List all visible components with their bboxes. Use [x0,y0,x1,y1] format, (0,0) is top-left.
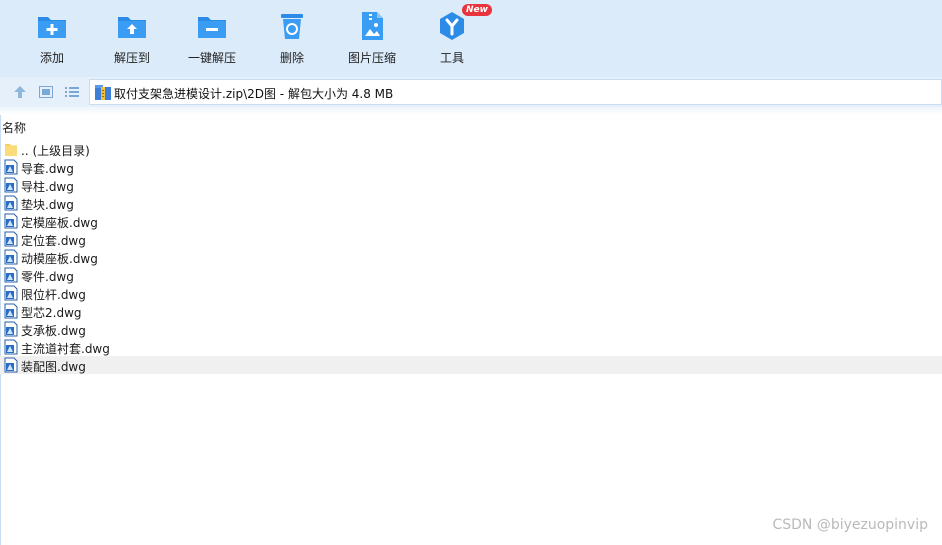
list-view-icon[interactable] [64,84,80,100]
dwg-file-icon [4,249,18,265]
dwg-file-icon [4,339,18,355]
file-name: 导套.dwg [21,162,74,176]
file-name: 支承板.dwg [21,324,86,338]
file-name: 定模座板.dwg [21,216,98,230]
dwg-file-icon [4,267,18,283]
extract-to-label: 解压到 [113,51,150,65]
dwg-file-icon [4,213,18,229]
column-name-label: 名称 [2,121,27,135]
toolbar: 添加 解压到 一键解压 删除 图片压缩 New 工具 [0,0,942,77]
archive-window: 添加 解压到 一键解压 删除 图片压缩 New 工具 取付支架急进模设计.zip… [0,0,942,545]
file-row[interactable]: 限位杆.dwg [0,284,942,302]
delete-label: 删除 [279,51,304,65]
dwg-file-icon [4,159,18,175]
file-name: 动模座板.dwg [21,252,98,266]
extract-to-icon [116,10,148,42]
file-row[interactable]: 导柱.dwg [0,176,942,194]
add-button[interactable]: 添加 [12,8,92,72]
file-name: 零件.dwg [21,270,74,284]
image-compress-button[interactable]: 图片压缩 [332,8,412,72]
one-click-extract-icon [196,10,228,42]
dwg-file-icon [4,321,18,337]
archive-path-text: 取付支架急进模设计.zip\2D图 - 解包大小为 4.8 MB [114,87,394,101]
dwg-file-icon [4,195,18,211]
file-row[interactable]: 定模座板.dwg [0,212,942,230]
file-row[interactable]: 零件.dwg [0,266,942,284]
tools-label: 工具 [439,51,464,65]
tools-icon: New [436,4,492,42]
add-label: 添加 [39,51,64,65]
file-row[interactable]: 支承板.dwg [0,320,942,338]
one-click-extract-label: 一键解压 [187,51,236,65]
path-field[interactable]: 取付支架急进模设计.zip\2D图 - 解包大小为 4.8 MB [89,79,942,105]
file-name: 垫块.dwg [21,198,74,212]
add-folder-icon [36,10,68,42]
address-bar-divider [0,107,942,115]
watermark: CSDN @biyezuopinvip [772,517,928,533]
file-name: 型芯2.dwg [21,306,82,320]
address-bar: 取付支架急进模设计.zip\2D图 - 解包大小为 4.8 MB [0,77,942,108]
dwg-file-icon [4,231,18,247]
delete-button[interactable]: 删除 [252,8,332,72]
dwg-file-icon [4,357,18,373]
parent-directory-row[interactable]: .. (上级目录) [0,140,942,158]
folder-icon [4,141,18,157]
dwg-file-icon [4,177,18,193]
file-row[interactable]: 定位套.dwg [0,230,942,248]
file-name: 限位杆.dwg [21,288,86,302]
tools-button[interactable]: New 工具 [412,4,492,72]
image-compress-icon [356,10,388,42]
new-badge: New [462,4,492,16]
up-arrow-icon[interactable] [12,84,28,100]
file-row[interactable]: 动模座板.dwg [0,248,942,266]
image-compress-label: 图片压缩 [347,51,396,65]
thumbnail-view-icon[interactable] [38,84,54,100]
file-name: .. (上级目录) [21,144,90,158]
recycle-delete-icon [276,10,308,42]
file-row[interactable]: 主流道衬套.dwg [0,338,942,356]
file-name: 定位套.dwg [21,234,86,248]
file-row[interactable]: 型芯2.dwg [0,302,942,320]
dwg-file-icon [4,303,18,319]
one-click-extract-button[interactable]: 一键解压 [172,8,252,72]
file-name: 导柱.dwg [21,180,74,194]
file-row[interactable]: 导套.dwg [0,158,942,176]
file-list: .. (上级目录) 导套.dwg 导柱.dwg 垫块.dwg 定模座板.dwg 定位套.d… [0,140,942,374]
file-name: 装配图.dwg [21,360,86,374]
file-row[interactable]: 装配图.dwg [0,356,942,374]
file-row[interactable]: 垫块.dwg [0,194,942,212]
extract-to-button[interactable]: 解压到 [92,8,172,72]
zip-archive-icon [94,84,112,101]
dwg-file-icon [4,285,18,301]
name-column-header[interactable]: 名称 [0,118,942,136]
file-name: 主流道衬套.dwg [21,342,110,356]
